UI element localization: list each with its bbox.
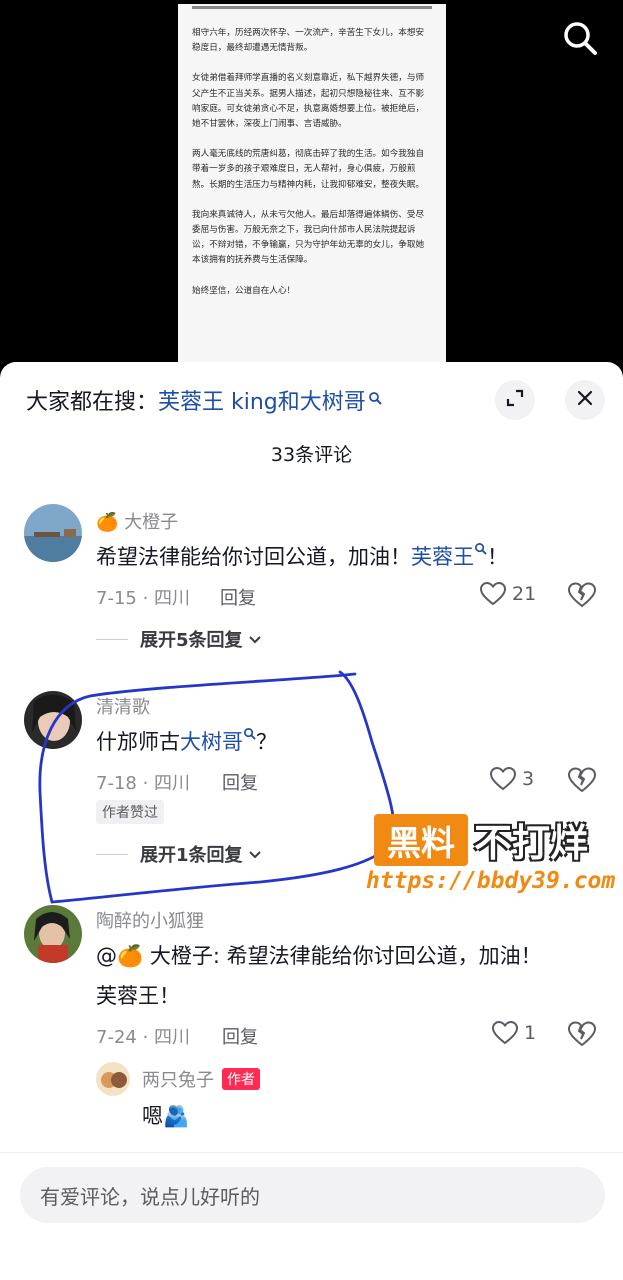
broken-heart-icon (567, 1021, 597, 1047)
reply-text: 嗯🫂 (142, 1104, 190, 1128)
reply-username: 两只兔子 作者 (142, 1066, 260, 1092)
reply-button[interactable]: 回复 (222, 769, 258, 795)
close-button[interactable] (565, 380, 605, 420)
avatar[interactable] (24, 691, 82, 749)
comment-username[interactable]: 陶醉的小狐狸 (96, 907, 204, 933)
expand-button[interactable] (495, 380, 535, 420)
like-button[interactable]: 3 (490, 767, 534, 791)
expand-icon (505, 388, 525, 412)
search-icon (368, 386, 382, 405)
watermark-logo-box: 黑料 (374, 814, 468, 866)
comment-text-plain: 什邡师古 (96, 730, 180, 754)
comment-input[interactable]: 有爱评论，说点儿好听的 (20, 1167, 605, 1223)
comment-text: 希望法律能给你讨回公道，加油！芙蓉王 ！ (96, 538, 508, 576)
doc-top-fragment (192, 4, 432, 12)
search-prefix: 大家都在搜： (26, 390, 159, 415)
comment-bar: 有爱评论，说点儿好听的 (0, 1152, 623, 1280)
like-button[interactable]: 21 (480, 582, 536, 606)
heart-icon (480, 582, 506, 606)
author-tag: 作者 (222, 1068, 260, 1090)
like-count: 1 (524, 1022, 537, 1044)
comment-username[interactable]: 清清歌 (96, 693, 150, 719)
comment-date-location: 7-18 · 四川 (96, 773, 191, 794)
comment-text: 什邡师古大树哥 ？ (96, 723, 277, 761)
reply-button[interactable]: 回复 (220, 584, 256, 610)
watermark-url: https://bbdy39.com (366, 868, 616, 894)
broken-heart-icon (567, 767, 597, 793)
video-area[interactable]: 相守六年，历经两次怀孕、一次流产，辛苦生下女儿，本想安稳度日，最终却遭遇无情背叛… (0, 0, 623, 380)
document-image: 相守六年，历经两次怀孕、一次流产，辛苦生下女儿，本想安稳度日，最终却遭遇无情背叛… (178, 4, 446, 380)
comment-text-end: ！ (487, 545, 508, 569)
like-count: 21 (512, 583, 537, 605)
comment-date-location: 7-24 · 四川 (96, 1027, 191, 1048)
avatar[interactable] (24, 905, 82, 963)
doc-paragraph: 两人毫无底线的荒唐纠葛，彻底击碎了我的生活。如今我独自带着一岁多的孩子艰难度日，… (192, 149, 425, 190)
heart-icon (490, 767, 516, 791)
keyword-link[interactable]: 大树哥 (180, 730, 243, 754)
comment-text-end: ？ (256, 730, 277, 754)
search-keyword-link[interactable]: 芙蓉王 king和大树哥 (158, 390, 366, 415)
reply-username-text[interactable]: 两只兔子 (142, 1070, 214, 1091)
like-count: 3 (522, 768, 535, 790)
doc-paragraph: 我向来真诚待人，从未亏欠他人。最后却落得遍体鳞伤、受尽委屈与伤害。万般无奈之下，… (192, 209, 425, 266)
heart-icon (492, 1021, 518, 1045)
comment-username[interactable]: 🍊 大橙子 (96, 508, 178, 534)
expand-replies-button[interactable]: 展开1条回复 (96, 841, 263, 867)
expand-replies-button[interactable]: 展开5条回复 (96, 626, 263, 652)
divider (96, 853, 128, 855)
watermark: 黑料 不打烊 https://bbdy39.com (366, 810, 620, 920)
chevron-down-icon (248, 851, 261, 859)
doc-paragraph: 女徒弟借着拜师学直播的名义刻意靠近，私下越界失德，与师父产生不正当关系。据男人描… (192, 73, 425, 130)
expand-replies-label: 展开5条回复 (140, 630, 243, 651)
doc-paragraph: 相守六年，历经两次怀孕、一次流产，辛苦生下女儿，本想安稳度日，最终却遭遇无情背叛… (192, 28, 425, 54)
chevron-down-icon (248, 636, 261, 644)
avatar[interactable] (24, 504, 82, 562)
broken-heart-icon (567, 582, 597, 608)
dislike-button[interactable] (567, 1021, 597, 1051)
search-icon (475, 543, 487, 555)
search-suggestion[interactable]: 大家都在搜：芙蓉王 king和大树哥 (26, 384, 382, 416)
like-button[interactable]: 1 (492, 1021, 536, 1045)
search-icon (244, 728, 256, 740)
keyword-link[interactable]: 芙蓉王 (411, 545, 474, 569)
reply-button[interactable]: 回复 (222, 1023, 258, 1049)
expand-replies-label: 展开1条回复 (140, 845, 243, 866)
doc-paragraph: 始终坚信，公道自在人心！ (192, 285, 296, 296)
comment-text-line2: 芙蓉王！ (96, 984, 180, 1008)
search-icon[interactable] (560, 18, 600, 58)
comment-date-location: 7-15 · 四川 (96, 588, 191, 609)
dislike-button[interactable] (567, 582, 597, 612)
close-icon (575, 388, 595, 412)
comment-text-plain: 希望法律能给你讨回公道，加油！ (96, 545, 411, 569)
comment-text-line1: @🍊 大橙子: 希望法律能给你讨回公道，加油！ (96, 944, 542, 968)
author-liked-badge: 作者赞过 (96, 800, 164, 824)
watermark-text: 不打烊 (474, 821, 589, 865)
dislike-button[interactable] (567, 767, 597, 797)
divider (96, 638, 128, 640)
avatar[interactable] (96, 1062, 130, 1096)
comment-count: 33条评论 (270, 444, 353, 466)
